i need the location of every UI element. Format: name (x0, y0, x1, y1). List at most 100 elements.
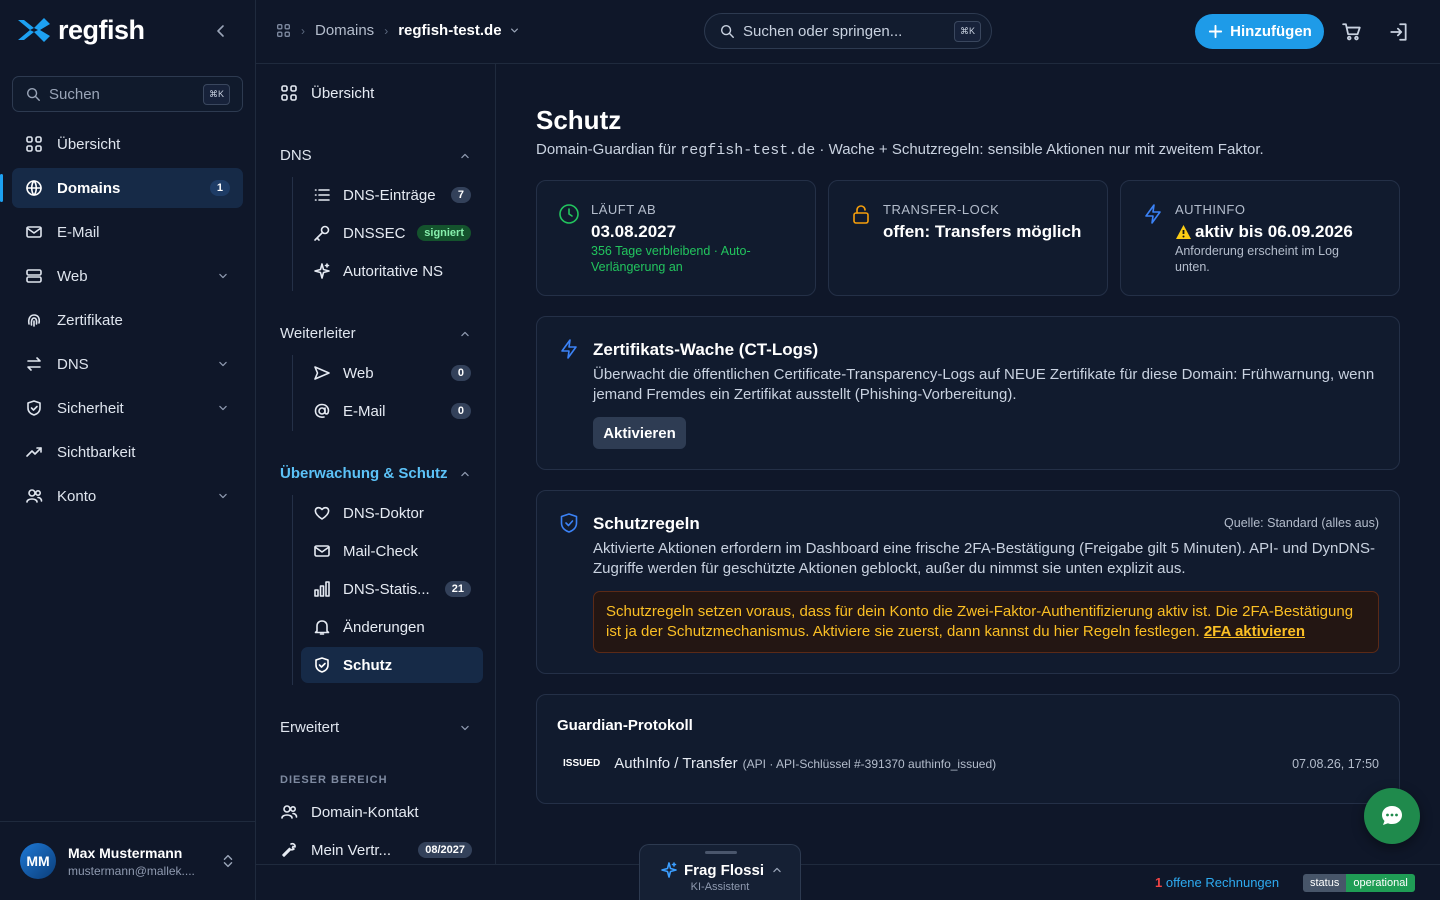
subnav-protection[interactable]: Schutz (301, 647, 483, 683)
subnav-dns-doctor[interactable]: DNS-Doktor (301, 495, 483, 531)
status-badge[interactable]: status operational (1303, 874, 1415, 892)
log-entry: ISSUED AuthInfo / Transfer (API · API-Sc… (557, 755, 1379, 772)
subnav-domain-contact[interactable]: Domain-Kontakt (280, 803, 419, 821)
domain-switcher[interactable]: regfish-test.de (398, 22, 520, 39)
chat-button[interactable] (1364, 788, 1420, 844)
plus-icon (1209, 24, 1223, 39)
shortcut-hint: ⌘K (953, 20, 981, 42)
warning-icon (1176, 225, 1191, 239)
mail-icon (26, 226, 42, 238)
subnav-group-advanced[interactable]: Erweitert (280, 719, 472, 736)
nav-security[interactable]: Sicherheit (12, 388, 243, 428)
cart-button[interactable] (1342, 22, 1362, 42)
logout-button[interactable] (1389, 22, 1409, 42)
subnav-authoritative-ns[interactable]: Autoritative NS (301, 253, 483, 289)
subtitle-suffix: · Wache + Schutzregeln: sensible Aktione… (815, 141, 1264, 158)
subnav-mail-check[interactable]: Mail-Check (301, 533, 483, 569)
subnav-dnssec[interactable]: DNSSEC signiert (301, 215, 483, 251)
wrench-icon (282, 842, 296, 857)
ct-watch-title: Zertifikats-Wache (CT-Logs) (593, 340, 819, 359)
nav-account[interactable]: Konto (12, 476, 243, 516)
bolt-icon (1145, 204, 1161, 224)
breadcrumb: › Domains › regfish-test.de (276, 22, 521, 39)
shortcut-hint: ⌘K (202, 83, 230, 105)
nav-label: Zertifikate (57, 311, 123, 329)
breadcrumb-separator: › (384, 23, 389, 38)
subnav-changes[interactable]: Änderungen (301, 609, 483, 645)
subnav-group-dns[interactable]: DNS (280, 147, 472, 164)
nav-label: Konto (57, 487, 97, 505)
subnav-group-title: Erweitert (280, 719, 340, 736)
subnav-label: Web (343, 364, 374, 382)
tree-line (292, 177, 293, 291)
logout-icon (1390, 23, 1407, 41)
nav-visibility[interactable]: Sichtbarkeit (12, 432, 243, 472)
user-menu[interactable]: MM Max Mustermann mustermann@mallek.... (0, 821, 256, 900)
subtitle-prefix: Domain-Guardian für (536, 141, 681, 158)
collapse-sidebar-button[interactable] (212, 22, 230, 40)
subnav-email-forwarder[interactable]: E-Mail 0 (301, 393, 483, 429)
topbar: › Domains › regfish-test.de Suchen oder … (256, 0, 1440, 64)
sidebar: regfish Suchen ⌘K Übersicht Domains 1 E-… (0, 0, 256, 900)
subnav-dns-records[interactable]: DNS-Einträge 7 (301, 177, 483, 213)
count-badge: 0 (450, 403, 471, 419)
stat-key: AUTHINFO (1175, 202, 1246, 217)
breadcrumb-separator: › (301, 23, 305, 38)
chevron-down-icon (219, 493, 227, 499)
stat-value-row: aktiv bis 06.09.2026 (1175, 222, 1353, 242)
assistant-panel-toggle[interactable]: Frag Flossi KI-Assistent (639, 844, 801, 900)
bell-icon (314, 620, 330, 635)
mail-icon (314, 545, 330, 557)
rules-text: Aktivierte Aktionen erfordern im Dashboa… (593, 540, 1376, 577)
bar-chart-icon (314, 581, 330, 597)
nav-dns[interactable]: DNS (12, 344, 243, 384)
count-badge: 21 (444, 581, 471, 597)
nav-email[interactable]: E-Mail (12, 212, 243, 252)
log-time: 07.08.26, 17:50 (1292, 756, 1379, 771)
activate-button[interactable]: Aktivieren (593, 417, 686, 449)
subnav-label: DNS-Doktor (343, 504, 424, 522)
grid-icon (281, 85, 297, 101)
enable-2fa-link[interactable]: 2FA aktivieren (1204, 623, 1305, 640)
drag-handle[interactable] (705, 851, 737, 854)
stat-value: 03.08.2027 (591, 222, 677, 241)
subnav-label: Autoritative NS (343, 262, 444, 280)
nav-web[interactable]: Web (12, 256, 243, 296)
log-title: Guardian-Protokoll (557, 717, 693, 734)
nav-overview[interactable]: Übersicht (12, 124, 243, 164)
nav-domains[interactable]: Domains 1 (0, 168, 243, 208)
subnav-web-forwarder[interactable]: Web 0 (301, 355, 483, 391)
subnav-contract[interactable]: Mein Vertr... 08/2027 (280, 841, 472, 859)
users-icon (26, 489, 43, 503)
lock-icon (853, 205, 869, 224)
stat-key: TRANSFER-LOCK (883, 202, 1000, 217)
subnav-group-monitoring[interactable]: Überwachung & Schutz (280, 465, 472, 482)
clock-icon (559, 204, 579, 224)
sidebar-search-label: Suchen (49, 85, 100, 103)
contract-badge: 08/2027 (418, 842, 472, 858)
subnav-dns-stats[interactable]: DNS-Statis... 21 (301, 571, 483, 607)
avatar: MM (20, 843, 56, 879)
rules-title: Schutzregeln (593, 514, 700, 533)
search-icon (720, 24, 734, 38)
nav-label: E-Mail (57, 223, 100, 241)
nav-label: DNS (57, 355, 89, 373)
global-search[interactable]: Suchen oder springen... ⌘K (704, 13, 992, 49)
chevron-up-icon (461, 153, 469, 158)
stat-note: 356 Tage verbleibend · Auto-Verlängerung… (591, 244, 751, 274)
sidebar-search[interactable]: Suchen ⌘K (12, 76, 243, 112)
grid-icon[interactable] (276, 23, 291, 38)
open-invoices-link[interactable]: 1 offene Rechnungen (1155, 875, 1279, 890)
breadcrumb-domains[interactable]: Domains (315, 22, 374, 39)
global-search-placeholder: Suchen oder springen... (743, 22, 903, 40)
shield-check-icon (560, 513, 578, 533)
nav-certificates[interactable]: Zertifikate (12, 300, 243, 340)
invoice-text: offene Rechnungen (1165, 875, 1280, 890)
nav-label: Sicherheit (57, 399, 124, 417)
subnav-group-forwarders[interactable]: Weiterleiter (280, 325, 472, 342)
logo[interactable]: regfish (16, 14, 145, 46)
subnav-group-title: Überwachung & Schutz (280, 465, 448, 482)
add-button[interactable]: Hinzufügen (1195, 14, 1324, 49)
subnav-label: Übersicht (311, 84, 375, 102)
subnav-overview[interactable]: Übersicht (280, 84, 374, 102)
